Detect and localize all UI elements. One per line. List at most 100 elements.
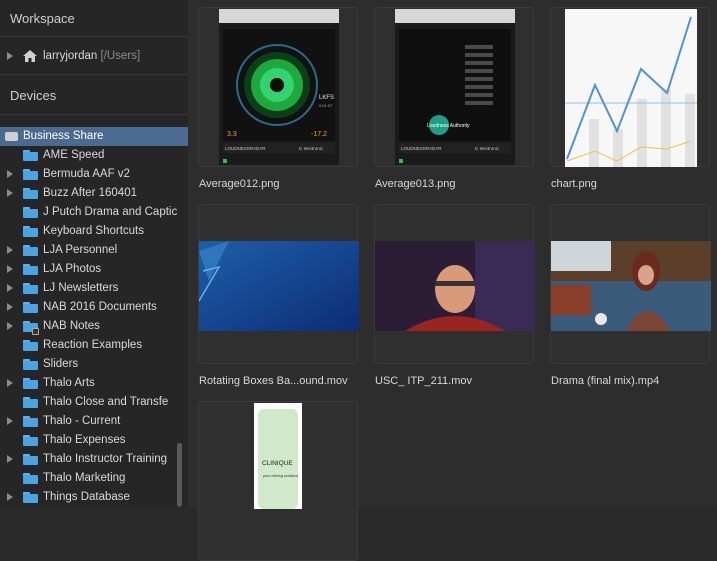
sidebar-folder-item[interactable]: Buzz After 160401 (0, 184, 188, 203)
sidebar-item-label: NAB Notes (43, 320, 100, 332)
file-tile[interactable]: LKFS 0:01:57 3.3 -17.2 LOUDNESSRADAR tc … (198, 7, 358, 167)
folder-icon (23, 264, 38, 275)
sidebar-item-label: LJA Personnel (43, 244, 118, 256)
sidebar-folder-item[interactable]: NAB Notes (0, 317, 188, 336)
sidebar-folder-item[interactable]: LJA Personnel (0, 241, 188, 260)
disclosure-triangle-icon[interactable] (7, 189, 13, 197)
brand-left: LOUDNESSRADAR (225, 146, 266, 151)
interview-video-thumbnail (375, 241, 535, 331)
file-grid: LKFS 0:01:57 3.3 -17.2 LOUDNESSRADAR tc … (188, 0, 717, 561)
clinique-brand: CLINIQUE (262, 460, 293, 467)
sidebar-scrollbar[interactable] (177, 443, 182, 507)
sidebar: Workspace larryjordan [/Users] Devices B… (0, 0, 188, 507)
home-icon (23, 50, 37, 62)
sidebar-item-label: Thalo Marketing (43, 472, 126, 484)
loudness-settings-thumbnail: Loudness Authority LOUDNESSRADAR tc elec… (395, 9, 515, 165)
folder-icon (23, 226, 38, 237)
sidebar-folder-item[interactable]: Thalo - Current (0, 412, 188, 431)
disclosure-triangle-icon[interactable] (7, 246, 13, 254)
disclosure-triangle-icon[interactable] (7, 417, 13, 425)
file-name: Rotating Boxes Ba...ound.mov (199, 375, 348, 387)
sidebar-folder-item[interactable]: AME Speed (0, 146, 188, 165)
brand-left: LOUDNESSRADAR (401, 146, 442, 151)
sidebar-item-label: J Putch Drama and Captic (43, 206, 178, 218)
file-tile[interactable] (374, 204, 535, 364)
loudness-authority-text: Loudness Authority (427, 123, 470, 129)
sidebar-item-label: Buzz After 160401 (43, 187, 137, 199)
disclosure-triangle-icon[interactable] (7, 493, 13, 501)
divider (0, 36, 188, 37)
sidebar-folder-item[interactable]: Thalo Close and Transfe (0, 393, 188, 412)
folder-icon (23, 302, 38, 313)
sidebar-folder-item[interactable]: LJ Newsletters (0, 279, 188, 298)
folder-icon (23, 245, 38, 256)
sidebar-folder-item[interactable]: Things Database (0, 488, 188, 507)
user-path: [/Users] (100, 50, 141, 62)
sidebar-item-label: LJ Newsletters (43, 282, 119, 294)
left-value: 3.3 (227, 131, 237, 138)
sidebar-item-label: Thalo Close and Transfe (43, 396, 169, 408)
divider (0, 74, 188, 75)
folder-icon (23, 359, 38, 370)
sidebar-folder-item[interactable]: Keyboard Shortcuts (0, 222, 188, 241)
disclosure-triangle-icon[interactable] (7, 52, 13, 60)
file-tile[interactable] (198, 204, 359, 364)
disclosure-triangle-icon[interactable] (7, 322, 13, 330)
folder-icon (23, 473, 38, 484)
file-tile[interactable]: CLINIQUE pore refining solutions (198, 401, 358, 561)
sidebar-folder-item[interactable]: Reaction Examples (0, 336, 188, 355)
sidebar-folder-item[interactable]: Thalo Expenses (0, 431, 188, 450)
sidebar-item-label: Sliders (43, 358, 79, 370)
sidebar-folder-item[interactable]: NAB 2016 Documents (0, 298, 188, 317)
folder-icon (23, 435, 38, 446)
file-name: chart.png (551, 178, 597, 190)
chart-thumbnail (565, 9, 697, 167)
brand-right: tc electronic (475, 146, 500, 151)
sidebar-item-label: Business Share (23, 130, 104, 142)
disclosure-triangle-icon[interactable] (7, 265, 13, 273)
file-name: Drama (final mix).mp4 (551, 375, 660, 387)
sidebar-item-label: Thalo Arts (43, 377, 95, 389)
disclosure-triangle-icon[interactable] (7, 303, 13, 311)
file-tile[interactable] (550, 7, 710, 167)
sidebar-folder-item[interactable]: Thalo Marketing (0, 469, 188, 488)
folder-icon (23, 378, 38, 389)
lkfs-label: LKFS (319, 95, 334, 101)
rotating-boxes-thumbnail (199, 241, 359, 331)
sidebar-folder-item[interactable]: LJA Photos (0, 260, 188, 279)
sidebar-item-business-share[interactable]: Business Share (0, 127, 188, 146)
sidebar-item-label: LJA Photos (43, 263, 102, 275)
sidebar-folder-item[interactable]: Bermuda AAF v2 (0, 165, 188, 184)
folder-icon (23, 492, 38, 503)
disclosure-triangle-icon[interactable] (7, 379, 13, 387)
folder-icon (23, 283, 38, 294)
lkfs-time: 0:01:57 (319, 103, 333, 108)
devices-header: Devices (10, 88, 57, 103)
disclosure-triangle-icon[interactable] (7, 284, 13, 292)
folder-icon (23, 397, 38, 408)
sidebar-folder-item[interactable]: Thalo Arts (0, 374, 188, 393)
sidebar-folder-item[interactable]: Thalo Instructor Training (0, 450, 188, 469)
disclosure-triangle-icon[interactable] (7, 455, 13, 463)
file-name: Average012.png (199, 178, 280, 190)
folder-icon (23, 340, 38, 351)
sidebar-item-label: Thalo Expenses (43, 434, 126, 446)
sidebar-folder-item[interactable]: J Putch Drama and Captic (0, 203, 188, 222)
file-name: USC_ ITP_211.mov (375, 375, 473, 387)
sidebar-item-label: Reaction Examples (43, 339, 143, 351)
network-drive-icon (5, 132, 18, 141)
sidebar-item-user[interactable]: larryjordan [/Users] (0, 47, 188, 66)
sidebar-folder-item[interactable]: Sliders (0, 355, 188, 374)
disclosure-triangle-icon[interactable] (7, 170, 13, 178)
sidebar-item-label: larryjordan [/Users] (43, 50, 140, 62)
file-tile[interactable] (550, 204, 711, 364)
folder-icon (23, 207, 38, 218)
sidebar-item-label: Bermuda AAF v2 (43, 168, 130, 180)
right-value: -17.2 (311, 131, 327, 138)
sidebar-item-label: Keyboard Shortcuts (43, 225, 145, 237)
product-image-thumbnail: CLINIQUE pore refining solutions (254, 403, 302, 509)
sidebar-item-label: NAB 2016 Documents (43, 301, 157, 313)
user-name: larryjordan (43, 50, 98, 62)
file-name: Average013.png (375, 178, 456, 190)
file-tile[interactable]: Loudness Authority LOUDNESSRADAR tc elec… (374, 7, 534, 167)
